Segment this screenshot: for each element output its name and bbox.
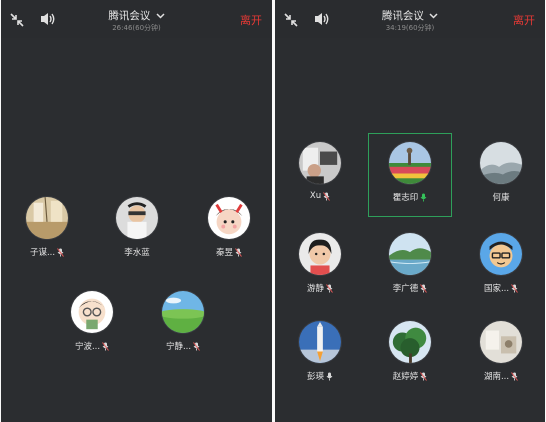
- mic-muted-icon: [511, 283, 518, 293]
- avatar: [479, 232, 523, 276]
- participant-name: 国家...: [483, 284, 510, 294]
- participant-tile[interactable]: 宁静...: [148, 290, 218, 352]
- participant-name-row: 瞿志印: [375, 191, 445, 203]
- participant-tile[interactable]: Xu: [285, 141, 355, 201]
- participant-name: Xu: [309, 191, 322, 201]
- participant-name-row: 赵婷婷: [375, 370, 445, 382]
- avatar: [298, 141, 342, 185]
- participant-name: 李水蓝: [124, 248, 150, 258]
- participant-name-row: Xu: [285, 191, 355, 201]
- participant-name-row: 游静: [285, 282, 355, 294]
- participant-name-row: 宁波...: [57, 340, 127, 352]
- left-meeting-screen: 腾讯会议 26:46(60分钟) 离开 子谋... 李水蓝 秦昱宁波... 宁静...: [1, 0, 272, 422]
- participant-name-row: 彭瑛: [285, 370, 355, 382]
- mic-muted-icon: [511, 371, 518, 381]
- mic-muted-icon: [235, 247, 242, 257]
- participant-name-row: 李水蓝: [102, 246, 172, 258]
- participant-name: 赵婷婷: [392, 372, 419, 382]
- participant-name-row: 宁静...: [148, 340, 218, 352]
- top-bar: 腾讯会议 26:46(60分钟) 离开: [1, 0, 272, 38]
- participant-name: 湖南...: [483, 372, 510, 382]
- meeting-timer: 26:46(60分钟): [112, 24, 161, 32]
- participant-tile[interactable]: 瞿志印: [375, 141, 445, 203]
- participant-name-row: 子谋...: [12, 246, 82, 258]
- avatar: [388, 141, 432, 185]
- meeting-timer: 34:19(60分钟): [385, 24, 435, 32]
- participant-name: 瞿志印: [392, 193, 419, 203]
- participant-name-row: 国家...: [466, 282, 536, 294]
- meeting-title[interactable]: 腾讯会议: [275, 8, 545, 23]
- participant-tile[interactable]: 赵婷婷: [375, 320, 445, 382]
- mic-muted-icon: [420, 371, 428, 381]
- participant-tile[interactable]: 彭瑛: [285, 320, 355, 382]
- participant-name-row: 湖南...: [466, 370, 536, 382]
- avatar: [70, 290, 114, 334]
- participant-name-row: 李广德: [375, 282, 445, 294]
- avatar: [479, 141, 523, 185]
- mic-muted-icon: [420, 283, 428, 293]
- avatar: [298, 232, 342, 276]
- mic-muted-icon: [57, 247, 64, 257]
- right-meeting-screen: 腾讯会议 34:19(60分钟) 离开 Xu 瞿志印 何康游静 李广德 国家... 彭瑛 赵…: [275, 0, 545, 422]
- avatar: [115, 196, 159, 240]
- participant-name: 李广德: [392, 284, 419, 294]
- participant-tile[interactable]: 国家...: [466, 232, 536, 294]
- participant-tile[interactable]: 宁波...: [57, 290, 127, 352]
- participant-name-row: 何康: [466, 191, 536, 203]
- meeting-title-text: 腾讯会议: [381, 10, 424, 22]
- participant-tile[interactable]: 子谋...: [12, 196, 82, 258]
- mic-icon: [420, 193, 427, 201]
- meeting-title[interactable]: 腾讯会议: [1, 8, 272, 23]
- participant-name: 彭瑛: [306, 372, 324, 382]
- meeting-title-text: 腾讯会议: [108, 10, 151, 22]
- avatar: [161, 290, 205, 334]
- mic-muted-icon: [102, 341, 109, 351]
- participant-name: 宁静...: [165, 342, 192, 352]
- participant-tile[interactable]: 游静: [285, 232, 355, 294]
- chevron-down-icon: [429, 13, 438, 19]
- participant-tile[interactable]: 李广德: [375, 232, 445, 294]
- participant-name: 游静: [306, 284, 324, 294]
- mic-muted-icon: [323, 191, 331, 201]
- avatar: [298, 320, 342, 364]
- avatar: [207, 196, 251, 240]
- avatar: [479, 320, 523, 364]
- participant-tile[interactable]: 何康: [466, 141, 536, 203]
- participant-name: 宁波...: [74, 342, 101, 352]
- participant-name: 子谋...: [29, 248, 56, 258]
- participant-name-row: 秦昱: [194, 246, 264, 258]
- chevron-down-icon: [156, 13, 165, 19]
- participant-name: 何康: [492, 193, 510, 203]
- participant-tile[interactable]: 湖南...: [466, 320, 536, 382]
- leave-button[interactable]: 离开: [240, 12, 262, 28]
- avatar: [25, 196, 69, 240]
- avatar: [388, 232, 432, 276]
- mic-muted-icon: [326, 283, 333, 293]
- participant-name: 秦昱: [215, 248, 233, 258]
- mic-icon: [326, 372, 333, 380]
- avatar: [388, 320, 432, 364]
- top-bar: 腾讯会议 34:19(60分钟) 离开: [275, 0, 545, 38]
- mic-muted-icon: [193, 341, 200, 351]
- leave-button[interactable]: 离开: [513, 12, 535, 28]
- participant-tile[interactable]: 李水蓝: [102, 196, 172, 258]
- participant-tile[interactable]: 秦昱: [194, 196, 264, 258]
